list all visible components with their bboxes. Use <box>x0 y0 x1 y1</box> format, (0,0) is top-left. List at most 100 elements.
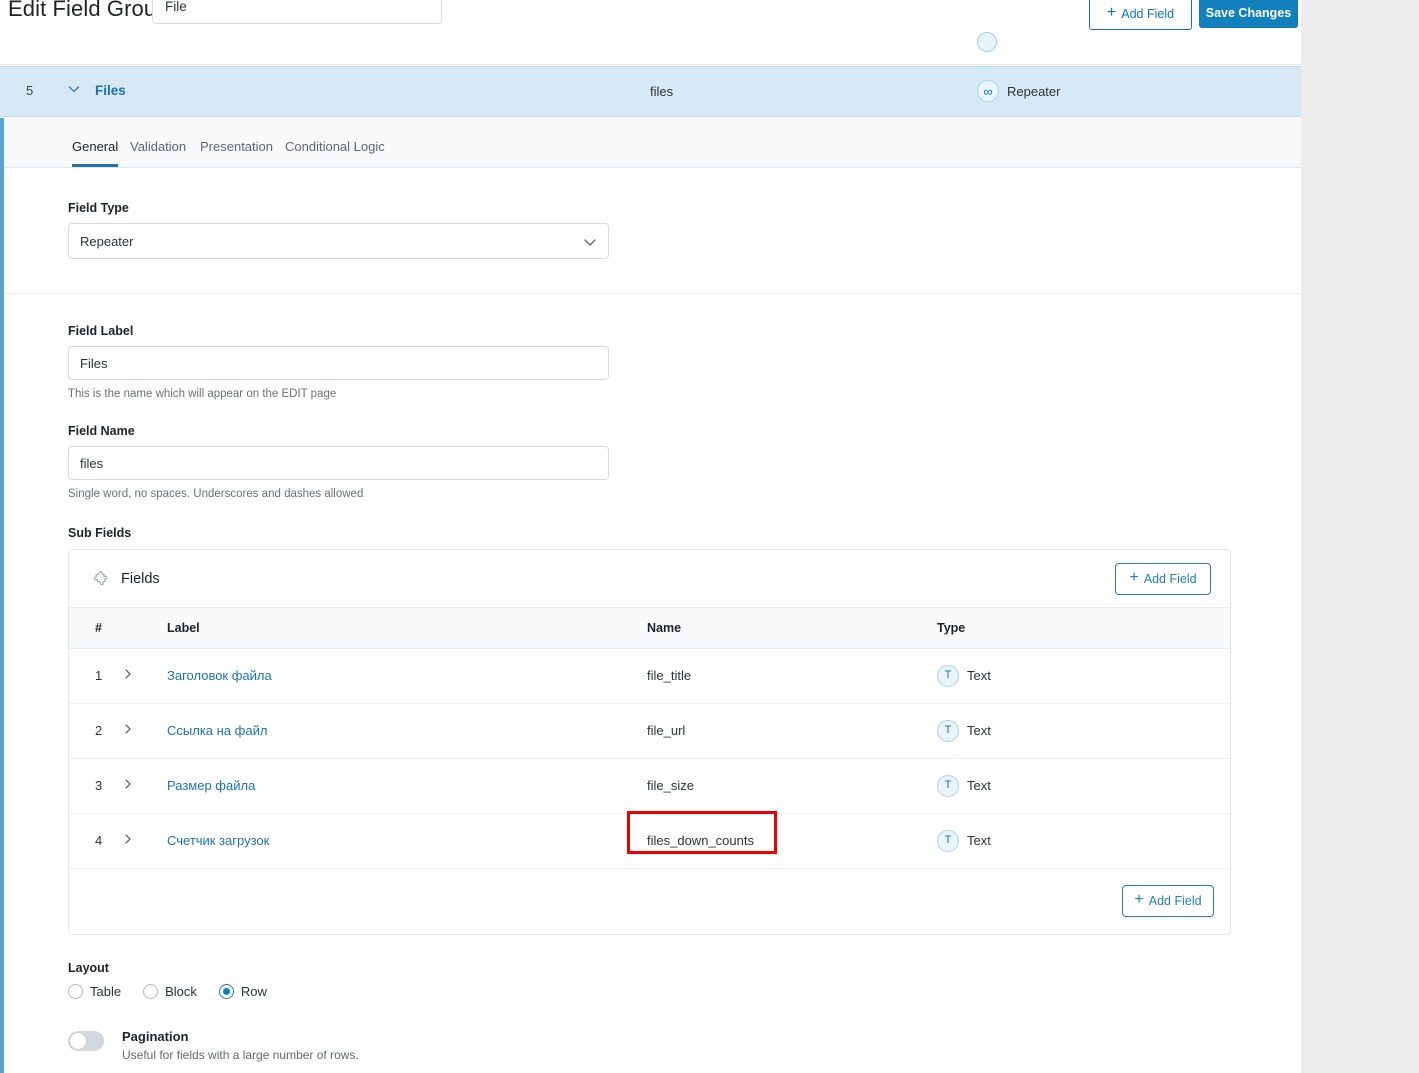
field-type-group: Field Type Repeater <box>4 168 1301 294</box>
row-expand-cell[interactable] <box>121 758 167 814</box>
chevron-right-icon[interactable] <box>121 777 135 794</box>
row-expand-cell[interactable] <box>121 703 167 759</box>
field-row-name: files <box>650 84 674 99</box>
row-index: 3 <box>69 758 121 814</box>
table-row[interactable]: 1 Заголовок файла file_title T Text <box>69 648 1230 704</box>
row-name-highlighted: files_down_counts <box>647 813 937 869</box>
plus-icon: + <box>1106 3 1117 21</box>
field-label-input[interactable] <box>68 346 609 380</box>
field-label-label: Field Label <box>68 324 134 338</box>
sub-fields-card-header: Fields + Add Field <box>69 550 1230 608</box>
row-expand-cell[interactable] <box>121 648 167 704</box>
radio-icon <box>68 983 83 999</box>
chevron-right-icon[interactable] <box>121 832 135 849</box>
column-header-label: Label <box>167 608 647 649</box>
layout-radio-group: Table Block Row <box>68 983 1301 999</box>
sub-fields-group: Sub Fields Fields + Add Field # Label Na… <box>4 500 1301 935</box>
field-name-label: Field Name <box>68 424 135 438</box>
previous-field-row-partial[interactable] <box>0 32 1301 65</box>
add-field-label: Add Field <box>1148 893 1202 908</box>
sub-fields-table-head: # Label Name Type <box>69 608 1230 649</box>
plus-icon: + <box>1134 890 1144 908</box>
sub-fields-table: # Label Name Type 1 Заголовок файла file… <box>69 608 1230 869</box>
row-name: file_size <box>647 758 937 814</box>
text-type-icon: T <box>937 829 959 852</box>
row-type-label: Text <box>967 723 991 738</box>
row-label[interactable]: Счетчик загрузок <box>167 833 269 848</box>
row-type-cell: T Text <box>937 703 1230 759</box>
row-label[interactable]: Заголовок файла <box>167 668 272 683</box>
field-type-select[interactable]: Repeater <box>68 223 609 259</box>
chevron-right-icon[interactable] <box>121 722 135 739</box>
add-field-button-top[interactable]: + Add Field <box>1089 0 1192 30</box>
add-field-label: Add Field <box>1121 6 1175 21</box>
pagination-hint: Useful for fields with a large number of… <box>122 1047 359 1062</box>
table-row[interactable]: 2 Ссылка на файл file_url T Text <box>69 703 1230 759</box>
field-name-hint: Single word, no spaces. Underscores and … <box>68 488 364 500</box>
row-expand-cell[interactable] <box>121 813 167 869</box>
row-label[interactable]: Размер файла <box>167 778 255 793</box>
layout-radio-table[interactable]: Table <box>68 983 121 999</box>
sub-fields-table-body: 1 Заголовок файла file_title T Text 2 Сс… <box>69 648 1230 869</box>
tab-presentation[interactable]: Presentation <box>200 139 273 166</box>
tab-general[interactable]: General <box>72 139 119 167</box>
add-field-label: Add Field <box>1143 572 1197 586</box>
pagination-toggle[interactable] <box>68 1030 104 1051</box>
table-row[interactable]: 4 Счетчик загрузок files_down_counts T T… <box>69 813 1230 869</box>
field-name-group: Field Name Single word, no spaces. Under… <box>4 400 1301 500</box>
row-name: file_title <box>647 648 937 704</box>
field-row-number: 5 <box>26 83 34 98</box>
tab-validation[interactable]: Validation <box>130 139 186 166</box>
chevron-down-icon[interactable] <box>66 81 82 97</box>
layout-label: Layout <box>68 960 109 975</box>
row-label[interactable]: Ссылка на файл <box>167 723 267 738</box>
column-header-index: # <box>69 608 121 649</box>
radio-icon <box>143 983 159 999</box>
field-row-type-label: Repeater <box>1007 83 1061 99</box>
save-changes-button[interactable]: Save Changes <box>1199 0 1298 28</box>
column-header-name: Name <box>647 608 937 649</box>
pagination-title: Pagination <box>122 1028 189 1044</box>
row-type-cell: T Text <box>937 813 1230 869</box>
field-row-label[interactable]: Files <box>95 83 126 98</box>
layout-radio-label: Row <box>240 983 267 999</box>
row-type-label: Text <box>967 668 991 683</box>
row-type-cell: T Text <box>937 758 1230 814</box>
toggle-knob <box>70 1032 86 1049</box>
layout-group: Layout Table Block Row <box>4 935 1301 999</box>
field-type-select-wrap: Repeater <box>68 223 609 259</box>
add-field-button-card-bottom[interactable]: + Add Field <box>1122 884 1214 917</box>
column-header-type: Type <box>937 608 1230 649</box>
field-group-title-input[interactable] <box>152 0 442 24</box>
radio-selected-icon <box>218 983 234 999</box>
field-label-hint: This is the name which will appear on th… <box>68 388 337 400</box>
row-name: file_url <box>647 703 937 759</box>
app-root: Edit Field Group + Add Field Save Change… <box>0 0 1419 1073</box>
field-name-input[interactable] <box>68 446 609 480</box>
pagination-text: Pagination Useful for fields with a larg… <box>122 1029 359 1062</box>
row-index: 1 <box>69 648 121 704</box>
layout-radio-row[interactable]: Row <box>218 983 267 999</box>
chevron-right-icon[interactable] <box>121 667 135 684</box>
row-type-label: Text <box>967 778 991 793</box>
row-index: 4 <box>69 813 121 869</box>
add-field-button-card-top[interactable]: + Add Field <box>1115 563 1211 595</box>
repeater-infinity-icon: ∞ <box>977 80 999 102</box>
field-row-type: ∞ Repeater <box>977 80 1060 102</box>
tab-conditional-logic[interactable]: Conditional Logic <box>285 139 385 166</box>
sub-fields-card-footer: + Add Field <box>69 869 1230 934</box>
layout-radio-block[interactable]: Block <box>143 983 197 999</box>
field-settings-panel: General Validation Presentation Conditio… <box>0 118 1301 1073</box>
text-type-icon: T <box>937 664 959 687</box>
pagination-group: Pagination Useful for fields with a larg… <box>4 999 1301 1062</box>
sub-fields-card-title: Fields <box>121 570 160 587</box>
table-row[interactable]: 3 Размер файла file_size T Text <box>69 758 1230 814</box>
top-bar: Edit Field Group + Add Field Save Change… <box>0 0 1301 44</box>
field-row-selected[interactable]: 5 Files files ∞ Repeater <box>0 66 1301 117</box>
puzzle-piece-icon <box>93 570 110 587</box>
column-header-expand <box>121 608 167 649</box>
row-type-label: Text <box>967 833 991 848</box>
plus-icon: + <box>1129 569 1139 586</box>
previous-field-type-icon-partial <box>977 32 997 52</box>
settings-tabs: General Validation Presentation Conditio… <box>4 118 1301 168</box>
